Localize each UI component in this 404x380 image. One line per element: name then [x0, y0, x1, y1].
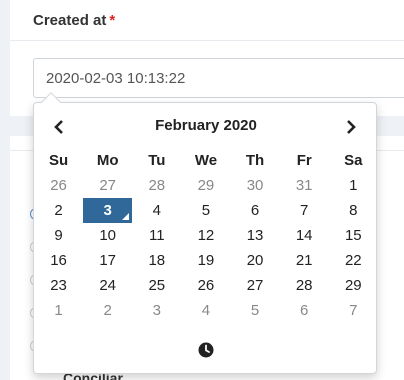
calendar-day[interactable]: 29 [329, 273, 378, 298]
calendar-day[interactable]: 9 [34, 223, 83, 248]
calendar-day[interactable]: 26 [34, 173, 83, 198]
calendar-day[interactable]: 3 [132, 298, 181, 323]
calendar-grid: Su Mo Tu We Th Fr Sa 26 27 28 29 30 31 1 2 3 4 5 6 7 8 9 10 11 1… [34, 148, 378, 323]
calendar-day[interactable]: 1 [34, 298, 83, 323]
calendar-day[interactable]: 13 [231, 223, 280, 248]
calendar-day[interactable]: 16 [34, 248, 83, 273]
calendar-day[interactable]: 15 [329, 223, 378, 248]
calendar-day[interactable]: 20 [231, 248, 280, 273]
created-at-label: Created at * [33, 12, 115, 29]
calendar-day[interactable]: 27 [231, 273, 280, 298]
calendar-day[interactable]: 7 [280, 198, 329, 223]
datetime-picker-popup: February 2020 Su Mo Tu We Th Fr Sa 26 27 28 29 30 31… [33, 92, 378, 374]
calendar-day[interactable]: 27 [83, 173, 132, 198]
weekday-header: Sa [344, 152, 363, 169]
calendar-day[interactable]: 4 [132, 198, 181, 223]
page: Created at* Conciliar February 2020 SuMo… [0, 0, 404, 380]
calendar-day[interactable]: 2 [34, 198, 83, 223]
created-at-label-text: Created at [33, 12, 107, 29]
calendar-day[interactable]: 14 [280, 223, 329, 248]
calendar-day[interactable]: 22 [329, 248, 378, 273]
previous-month-button[interactable] [45, 113, 73, 141]
calendar-day[interactable]: 26 [181, 273, 230, 298]
calendar-day[interactable]: 31 [280, 173, 329, 198]
calendar-day[interactable]: 29 [181, 173, 230, 198]
calendar-day[interactable]: 24 [83, 273, 132, 298]
calendar-day[interactable]: 7 [329, 298, 378, 323]
weekday-header: Fr [296, 152, 312, 169]
weekday-header: Su [48, 152, 69, 169]
calendar-day[interactable]: 4 [181, 298, 230, 323]
calendar-day[interactable]: 5 [231, 298, 280, 323]
weekday-header: We [194, 152, 218, 169]
calendar-day[interactable]: 6 [231, 198, 280, 223]
calendar-day[interactable]: 28 [280, 273, 329, 298]
calendar-day[interactable]: 19 [181, 248, 230, 273]
calendar-day[interactable]: 28 [132, 173, 181, 198]
calendar-day[interactable]: 8 [329, 198, 378, 223]
calendar-day[interactable]: 1 [329, 173, 378, 198]
calendar-day-selected[interactable]: 3 [83, 198, 133, 223]
calendar-day[interactable]: 2 [83, 298, 132, 323]
calendar-day[interactable]: 21 [280, 248, 329, 273]
chevron-left-icon [54, 120, 63, 134]
chevron-right-icon [347, 120, 356, 134]
required-asterisk: * [109, 12, 116, 29]
next-month-button[interactable] [337, 113, 365, 141]
time-picker-toggle[interactable] [196, 340, 216, 360]
clock-icon [198, 342, 214, 358]
calendar-day[interactable]: 10 [83, 223, 132, 248]
calendar-day[interactable]: 11 [132, 223, 181, 248]
calendar-day[interactable]: 23 [34, 273, 83, 298]
weekday-header: Mo [96, 152, 119, 169]
calendar-day[interactable]: 17 [83, 248, 132, 273]
month-title[interactable]: February 2020 [94, 117, 318, 134]
calendar-day[interactable]: 12 [181, 223, 230, 248]
label-divider [10, 40, 404, 41]
weekday-header: Th [245, 152, 265, 169]
created-at-input[interactable] [33, 58, 404, 98]
picker-header: February 2020 [34, 113, 378, 141]
calendar-day[interactable]: 18 [132, 248, 181, 273]
left-sidebar-stripe [0, 0, 10, 380]
calendar-day[interactable]: 25 [132, 273, 181, 298]
calendar-day[interactable]: 30 [231, 173, 280, 198]
calendar-day[interactable]: 5 [181, 198, 230, 223]
calendar-day[interactable]: 6 [280, 298, 329, 323]
weekday-header: Tu [148, 152, 166, 169]
